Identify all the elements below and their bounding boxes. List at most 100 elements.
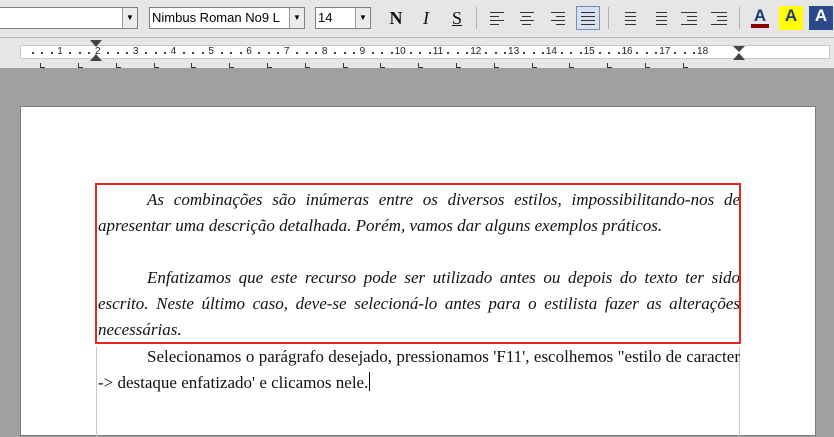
ruler-tick xyxy=(154,52,157,54)
tab-stop-marker[interactable] xyxy=(644,63,650,68)
chevron-down-icon[interactable]: ▼ xyxy=(355,8,370,28)
font-size-combo[interactable]: 14 ▼ xyxy=(315,7,371,29)
align-left-icon xyxy=(490,9,504,28)
decrease-indent-button[interactable] xyxy=(677,6,701,30)
chevron-down-icon[interactable]: ▼ xyxy=(122,8,137,28)
ruler-number: 8 xyxy=(321,46,328,57)
tab-stop-marker[interactable] xyxy=(342,63,348,68)
align-center-button[interactable] xyxy=(515,6,539,30)
underline-button[interactable]: S xyxy=(445,6,469,30)
ruler-number: 11 xyxy=(432,46,444,57)
ruler-tick xyxy=(541,52,544,54)
ruler-tick xyxy=(334,52,337,54)
ruler-tick xyxy=(107,52,110,54)
left-indent-marker[interactable] xyxy=(90,54,102,61)
tab-stop-marker[interactable] xyxy=(191,63,197,68)
tab-stop-marker[interactable] xyxy=(153,63,159,68)
ruler-tick xyxy=(277,52,280,54)
horizontal-ruler[interactable]: 1 2 3 4 5 6 7 8 9 10 11 12 13 14 15 16 17 18 xyxy=(0,38,834,69)
ruler-tick xyxy=(693,52,696,54)
ruler-tick xyxy=(343,52,346,54)
ruler-tick xyxy=(494,52,497,54)
justify-button[interactable] xyxy=(576,6,600,30)
tab-stop-marker[interactable] xyxy=(304,63,310,68)
ruler-tick xyxy=(560,52,563,54)
italic-button[interactable]: I xyxy=(414,6,438,30)
font-color-button[interactable]: A xyxy=(748,6,772,30)
right-indent-marker[interactable] xyxy=(733,53,745,60)
ruler-tick xyxy=(655,52,658,54)
ruler-tick xyxy=(409,52,412,54)
tab-stop-marker[interactable] xyxy=(682,63,688,68)
toolbar-separator xyxy=(608,7,609,29)
increase-indent-button[interactable] xyxy=(707,6,731,30)
ruler-tick xyxy=(41,52,44,54)
paragraph-3-text: Selecionamos o parágrafo desejado, press… xyxy=(98,347,740,392)
paragraph-3[interactable]: Selecionamos o parágrafo desejado, press… xyxy=(98,344,740,396)
ruler-number: 9 xyxy=(359,46,366,57)
ruler-tick xyxy=(31,52,34,54)
ruler-number: 6 xyxy=(246,46,252,57)
ruler-tick xyxy=(456,52,459,54)
ruler-tick xyxy=(381,52,384,54)
ruler-tick xyxy=(182,52,185,54)
ruler-tick xyxy=(645,52,648,54)
ruler-tick xyxy=(683,52,686,54)
formatting-toolbar: ▼ Nimbus Roman No9 L ▼ 14 ▼ N I S A A A xyxy=(0,0,834,38)
ruler-number: 5 xyxy=(208,46,214,57)
tab-stop-marker[interactable] xyxy=(115,63,121,68)
ruler-tick xyxy=(447,52,450,54)
ruler-tick xyxy=(239,52,242,54)
tab-stop-marker[interactable] xyxy=(569,63,575,68)
ruler-number: 16 xyxy=(621,46,633,57)
ruler-number: 1 xyxy=(57,46,63,57)
tab-stop-marker[interactable] xyxy=(266,63,272,68)
align-right-button[interactable] xyxy=(546,6,570,30)
tab-stop-marker[interactable] xyxy=(77,63,83,68)
ruler-tick xyxy=(371,52,374,54)
tab-stop-marker[interactable] xyxy=(40,63,46,68)
tab-stop-marker[interactable] xyxy=(418,63,424,68)
bullets-button[interactable] xyxy=(647,6,671,30)
first-line-indent-marker[interactable] xyxy=(90,40,102,47)
align-right-icon xyxy=(551,9,565,28)
align-center-icon xyxy=(520,9,534,28)
highlight-icon: A xyxy=(784,6,798,25)
justify-icon xyxy=(581,9,595,28)
ruler-tick xyxy=(352,52,355,54)
tab-stop-marker[interactable] xyxy=(455,63,461,68)
paragraph-style-combo[interactable]: ▼ xyxy=(0,7,138,29)
right-indent-top-marker[interactable] xyxy=(733,46,745,52)
ruler-tick xyxy=(305,52,308,54)
ruler-number: 3 xyxy=(132,46,139,57)
bold-button[interactable]: N xyxy=(384,6,408,30)
document-page[interactable]: As combinações são inúmeras entre os div… xyxy=(20,106,816,437)
ruler-tick xyxy=(485,52,488,54)
align-left-button[interactable] xyxy=(485,6,509,30)
ruler-tick xyxy=(192,52,195,54)
chevron-down-icon[interactable]: ▼ xyxy=(289,8,304,28)
tab-stop-marker[interactable] xyxy=(380,63,386,68)
decrease-indent-icon xyxy=(681,9,697,28)
highlighting-button[interactable]: A xyxy=(779,6,803,30)
text-cursor xyxy=(369,372,371,391)
numbered-list-icon xyxy=(620,9,636,28)
ruler-tick xyxy=(570,52,573,54)
ruler-tick xyxy=(50,52,53,54)
tab-stop-marker[interactable] xyxy=(607,63,613,68)
toolbar-separator xyxy=(739,7,740,29)
background-color-button[interactable]: A xyxy=(809,6,833,30)
tab-stop-marker[interactable] xyxy=(531,63,537,68)
font-name-combo[interactable]: Nimbus Roman No9 L ▼ xyxy=(149,7,305,29)
ruler-tick xyxy=(466,52,469,54)
tab-stop-marker[interactable] xyxy=(493,63,499,68)
ruler-tick xyxy=(163,52,166,54)
ruler-tick xyxy=(608,52,611,54)
tab-stop-marker[interactable] xyxy=(229,63,235,68)
ruler-scale xyxy=(20,45,830,59)
numbering-button[interactable] xyxy=(616,6,640,30)
ruler-tick xyxy=(201,52,204,54)
ruler-number: 13 xyxy=(508,46,520,57)
ruler-tick xyxy=(126,52,129,54)
font-color-swatch xyxy=(751,24,769,28)
